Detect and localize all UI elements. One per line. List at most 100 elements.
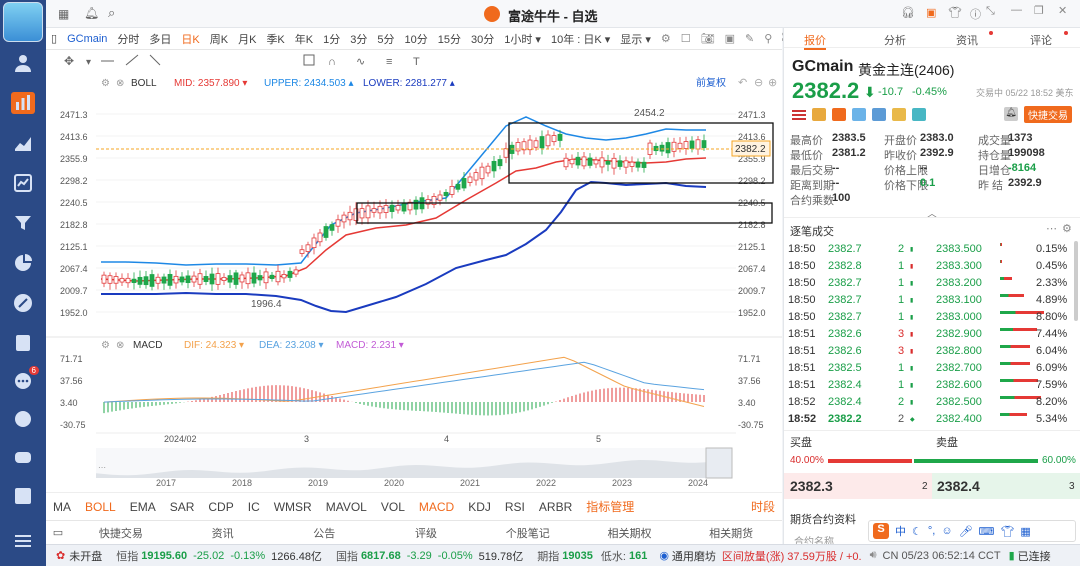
- grid-icon[interactable]: ▦: [1020, 525, 1030, 538]
- period-tab[interactable]: 5分: [372, 31, 399, 47]
- moon-icon[interactable]: ☾: [912, 525, 922, 538]
- pie-chart-icon[interactable]: [11, 252, 35, 274]
- overview-navigator[interactable]: 2017 2018 2019 2020 2021 2022 2023 2024 ⋯: [96, 447, 733, 488]
- sound-icon[interactable]: 🔊︎: [870, 549, 877, 562]
- macd-close-icon[interactable]: ⊗: [116, 340, 124, 351]
- period-tab[interactable]: 15分: [433, 31, 466, 47]
- chart-svg[interactable]: ✥ ▾ ∩ ∿ ≡ T ⚙ ⊗ BOLL MID: 2357.890 ▾ UPP…: [46, 50, 782, 492]
- period-tab[interactable]: 30分: [466, 31, 499, 47]
- indicator-tab[interactable]: RSI: [498, 500, 532, 514]
- bottom-tab[interactable]: 个股笔记: [477, 525, 579, 541]
- indicator-tab[interactable]: EMA: [123, 500, 163, 514]
- indicator-tab[interactable]: CDP: [201, 500, 240, 514]
- period-tab[interactable]: 多日: [144, 31, 176, 47]
- bottom-tab[interactable]: 评级: [375, 525, 477, 541]
- indicator-tab[interactable]: KDJ: [461, 500, 498, 514]
- segment-tool-icon[interactable]: [149, 54, 161, 66]
- indicator-tab[interactable]: MA: [46, 500, 78, 514]
- sogou-icon[interactable]: S: [873, 523, 889, 539]
- period-tab[interactable]: 1分: [318, 31, 345, 47]
- close-icon[interactable]: ✕: [1058, 4, 1067, 17]
- toolbar-symbol[interactable]: GCmain: [62, 33, 112, 45]
- market-chart-icon[interactable]: [11, 132, 35, 154]
- session-button[interactable]: 时段: [744, 498, 782, 515]
- indicator-tab[interactable]: ARBR: [532, 500, 579, 514]
- checkbox-icon[interactable]: ☐: [676, 32, 696, 45]
- bell-icon[interactable]: 🔔︎: [84, 6, 99, 20]
- clipboard-icon[interactable]: ▣: [926, 6, 936, 19]
- period-tab[interactable]: 1小时 ▾: [499, 31, 546, 47]
- undo-icon[interactable]: ↶: [738, 77, 747, 89]
- trend-icon[interactable]: [11, 172, 35, 194]
- chart-shortcut-icon[interactable]: [832, 108, 846, 121]
- book-icon[interactable]: [11, 332, 35, 354]
- share-icon[interactable]: [852, 108, 866, 121]
- bottom-tab[interactable]: 快捷交易: [70, 525, 172, 541]
- lang-icon[interactable]: 中: [895, 523, 906, 539]
- ray-tool-icon[interactable]: [125, 54, 139, 66]
- shirt-icon[interactable]: 👕︎: [948, 6, 962, 19]
- more-icon[interactable]: ⋯: [1046, 222, 1057, 235]
- quote-tab[interactable]: 分析: [884, 32, 906, 48]
- image-icon[interactable]: ▣: [720, 32, 740, 45]
- bottom-tab[interactable]: 公告: [273, 525, 375, 541]
- boll-settings-icon[interactable]: ⚙: [101, 78, 110, 89]
- indicator-tab[interactable]: 指标管理: [579, 498, 641, 515]
- quick-trade-button[interactable]: 快捷交易: [1024, 106, 1072, 123]
- kline-chart[interactable]: ✥ ▾ ∩ ∿ ≡ T ⚙ ⊗ BOLL MID: 2357.890 ▾ UPP…: [46, 50, 782, 492]
- period-tab[interactable]: 10分: [400, 31, 433, 47]
- toolbar-layout-icon[interactable]: ▯: [46, 32, 62, 45]
- edit-icon[interactable]: ✎: [740, 32, 759, 45]
- minimize-icon[interactable]: —: [1011, 4, 1022, 16]
- star-icon[interactable]: [892, 108, 906, 121]
- indicator-tab[interactable]: VOL: [374, 500, 412, 514]
- restore-icon[interactable]: ❐: [1034, 4, 1044, 17]
- gear-icon[interactable]: ⚙: [656, 32, 676, 45]
- skin-icon[interactable]: 👕︎: [1000, 525, 1014, 538]
- discover-icon[interactable]: [11, 408, 35, 430]
- bottom-panel-icon[interactable]: ▭: [46, 526, 70, 539]
- brush-icon[interactable]: ⚲: [759, 32, 777, 45]
- bottom-tab[interactable]: 资讯: [172, 525, 274, 541]
- doc-icon[interactable]: [872, 108, 886, 121]
- text-tool-icon[interactable]: T: [413, 56, 420, 68]
- quote-tab[interactable]: 资讯: [956, 32, 978, 48]
- boll-close-icon[interactable]: ⊗: [116, 78, 124, 89]
- percent-icon[interactable]: [11, 292, 35, 314]
- period-tab[interactable]: 周K: [205, 31, 233, 47]
- indicator-tab[interactable]: BOLL: [78, 500, 123, 514]
- indicator-tab[interactable]: WMSR: [267, 500, 319, 514]
- alert-icon[interactable]: [912, 108, 926, 121]
- indicator-tab[interactable]: MAVOL: [319, 500, 374, 514]
- camera-icon[interactable]: 📷︎: [696, 32, 720, 45]
- wave-tool-icon[interactable]: ∿: [356, 56, 365, 68]
- layout-icon[interactable]: ▦: [58, 7, 69, 21]
- rect-tool-icon[interactable]: [303, 54, 315, 66]
- info-card-icon[interactable]: [812, 108, 826, 121]
- settings-icon[interactable]: ⚙: [1062, 222, 1072, 235]
- move-tool-icon[interactable]: ✥: [64, 54, 74, 68]
- filter-icon[interactable]: [11, 212, 35, 234]
- period-tab[interactable]: 日K: [176, 31, 204, 47]
- mic-icon[interactable]: 🎤︎: [959, 525, 973, 538]
- overview-window[interactable]: [705, 447, 733, 479]
- cursor-icon[interactable]: ▾: [86, 57, 91, 68]
- bottom-tab[interactable]: 相关期货: [680, 525, 782, 541]
- collapse-icon[interactable]: ⤡: [986, 5, 995, 18]
- code-icon[interactable]: [11, 485, 35, 507]
- arc-tool-icon[interactable]: ∩: [328, 56, 336, 68]
- chat-icon[interactable]: 6: [11, 366, 39, 392]
- period-tab[interactable]: 显示 ▾: [615, 31, 656, 47]
- ime-toolbar[interactable]: S 中 ☾ °, ☺ 🎤︎ ⌨ 👕︎ ▦: [868, 520, 1076, 542]
- adjust-button[interactable]: 前复权: [696, 76, 726, 89]
- indicator-tab[interactable]: SAR: [163, 500, 202, 514]
- indicator-tab[interactable]: MACD: [412, 500, 461, 514]
- search-icon[interactable]: ⌕: [108, 5, 115, 21]
- period-tab[interactable]: 年K: [290, 31, 318, 47]
- period-tab[interactable]: 分时: [112, 31, 144, 47]
- quote-tab[interactable]: 评论: [1030, 32, 1052, 48]
- menu-icon[interactable]: [11, 530, 35, 552]
- keyboard-icon[interactable]: ⌨: [979, 525, 995, 538]
- bottom-tab[interactable]: 相关期权: [579, 525, 681, 541]
- punct-icon[interactable]: °,: [928, 525, 935, 537]
